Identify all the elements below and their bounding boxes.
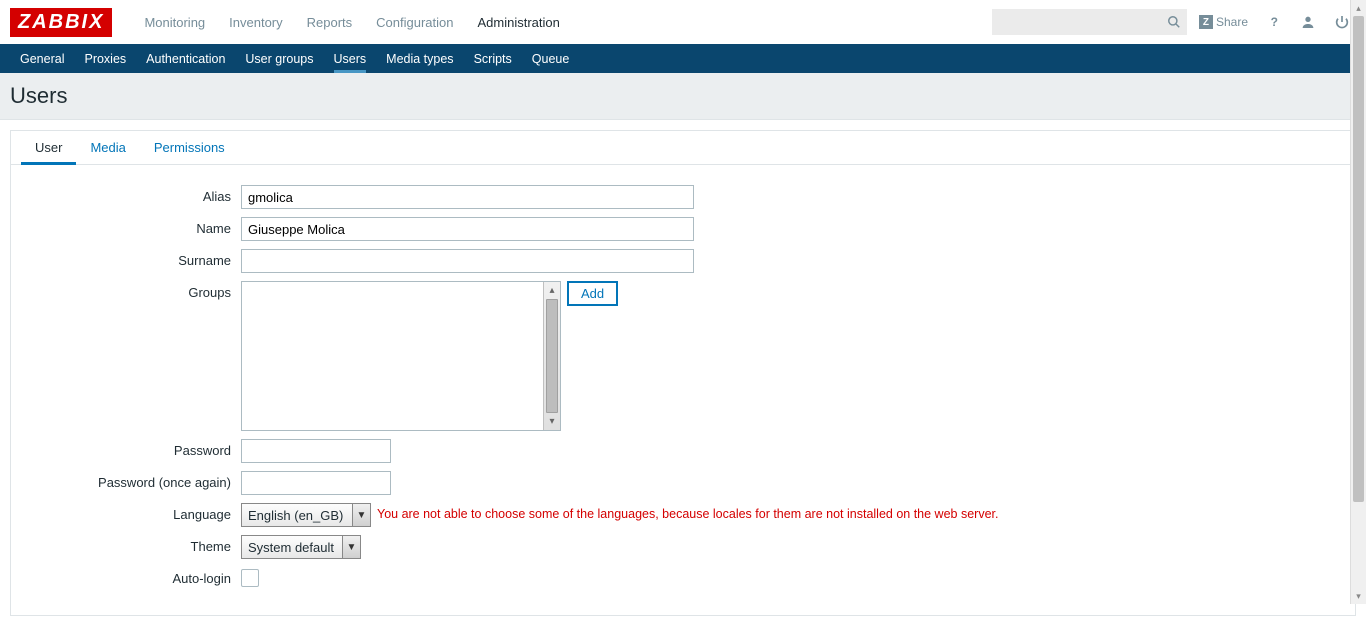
sub-nav: General Proxies Authentication User grou… — [0, 44, 1366, 73]
tab-user[interactable]: User — [21, 131, 76, 164]
nav-administration[interactable]: Administration — [466, 0, 572, 44]
tab-permissions[interactable]: Permissions — [140, 131, 239, 164]
row-groups: Groups ▴ ▾ Add — [21, 281, 1345, 431]
autologin-checkbox[interactable] — [241, 569, 259, 587]
language-value: English (en_GB) — [242, 508, 352, 523]
logo: ZABBIX — [10, 8, 112, 37]
z-badge-icon: Z — [1199, 15, 1213, 29]
search-icon[interactable] — [1167, 15, 1181, 29]
password-field[interactable] — [241, 439, 391, 463]
subnav-users[interactable]: Users — [324, 44, 377, 73]
theme-value: System default — [242, 540, 342, 555]
row-language: Language English (en_GB) ▼ You are not a… — [21, 503, 1345, 527]
row-password: Password — [21, 439, 1345, 463]
subnav-proxies[interactable]: Proxies — [74, 44, 136, 73]
page-scrollbar[interactable]: ▴ ▾ — [1350, 0, 1366, 604]
label-password2: Password (once again) — [21, 471, 241, 490]
groups-multiselect[interactable]: ▴ ▾ — [241, 281, 561, 431]
top-nav: ZABBIX Monitoring Inventory Reports Conf… — [0, 0, 1366, 44]
user-icon[interactable] — [1294, 8, 1322, 36]
search-wrap — [992, 9, 1187, 35]
row-alias: Alias — [21, 185, 1345, 209]
label-password: Password — [21, 439, 241, 458]
language-warning: You are not able to choose some of the l… — [377, 503, 998, 521]
scroll-up-icon[interactable]: ▴ — [1351, 0, 1366, 16]
tab-media[interactable]: Media — [76, 131, 139, 164]
alias-field[interactable] — [241, 185, 694, 209]
scroll-thumb[interactable] — [1353, 16, 1364, 502]
form-area: Alias Name Surname Groups ▴ — [11, 165, 1355, 615]
name-field[interactable] — [241, 217, 694, 241]
row-name: Name — [21, 217, 1345, 241]
scroll-down-icon[interactable]: ▾ — [544, 413, 560, 430]
scrollbar[interactable]: ▴ ▾ — [543, 282, 560, 430]
subnav-mediatypes[interactable]: Media types — [376, 44, 463, 73]
help-icon[interactable]: ? — [1260, 8, 1288, 36]
nav-configuration[interactable]: Configuration — [364, 0, 465, 44]
row-password2: Password (once again) — [21, 471, 1345, 495]
subnav-queue[interactable]: Queue — [522, 44, 580, 73]
row-autologin: Auto-login — [21, 567, 1345, 587]
label-surname: Surname — [21, 249, 241, 268]
row-theme: Theme System default ▼ — [21, 535, 1345, 559]
svg-text:?: ? — [1271, 15, 1278, 29]
chevron-down-icon: ▼ — [352, 504, 370, 526]
label-language: Language — [21, 503, 241, 522]
nav-reports[interactable]: Reports — [295, 0, 365, 44]
label-name: Name — [21, 217, 241, 236]
label-theme: Theme — [21, 535, 241, 554]
scroll-down-icon[interactable]: ▾ — [1351, 588, 1366, 604]
password2-field[interactable] — [241, 471, 391, 495]
label-groups: Groups — [21, 281, 241, 300]
subnav-general[interactable]: General — [10, 44, 74, 73]
page-header: Users — [0, 73, 1366, 120]
subnav-authentication[interactable]: Authentication — [136, 44, 235, 73]
theme-select[interactable]: System default ▼ — [241, 535, 361, 559]
subnav-usergroups[interactable]: User groups — [235, 44, 323, 73]
nav-monitoring[interactable]: Monitoring — [132, 0, 217, 44]
top-right: Z Share ? — [992, 8, 1356, 36]
add-button[interactable]: Add — [567, 281, 618, 306]
top-menu: Monitoring Inventory Reports Configurati… — [132, 0, 992, 44]
share-button[interactable]: Z Share — [1193, 15, 1254, 29]
label-alias: Alias — [21, 185, 241, 204]
search-input[interactable] — [992, 9, 1187, 35]
label-autologin: Auto-login — [21, 567, 241, 586]
page-title: Users — [10, 83, 1356, 109]
scroll-thumb[interactable] — [546, 299, 558, 413]
surname-field[interactable] — [241, 249, 694, 273]
nav-inventory[interactable]: Inventory — [217, 0, 294, 44]
row-surname: Surname — [21, 249, 1345, 273]
content-panel: User Media Permissions Alias Name Surnam… — [10, 130, 1356, 616]
chevron-down-icon: ▼ — [342, 536, 360, 558]
scroll-up-icon[interactable]: ▴ — [544, 282, 560, 299]
tabs: User Media Permissions — [11, 131, 1355, 165]
language-select[interactable]: English (en_GB) ▼ — [241, 503, 371, 527]
share-label: Share — [1216, 15, 1248, 29]
